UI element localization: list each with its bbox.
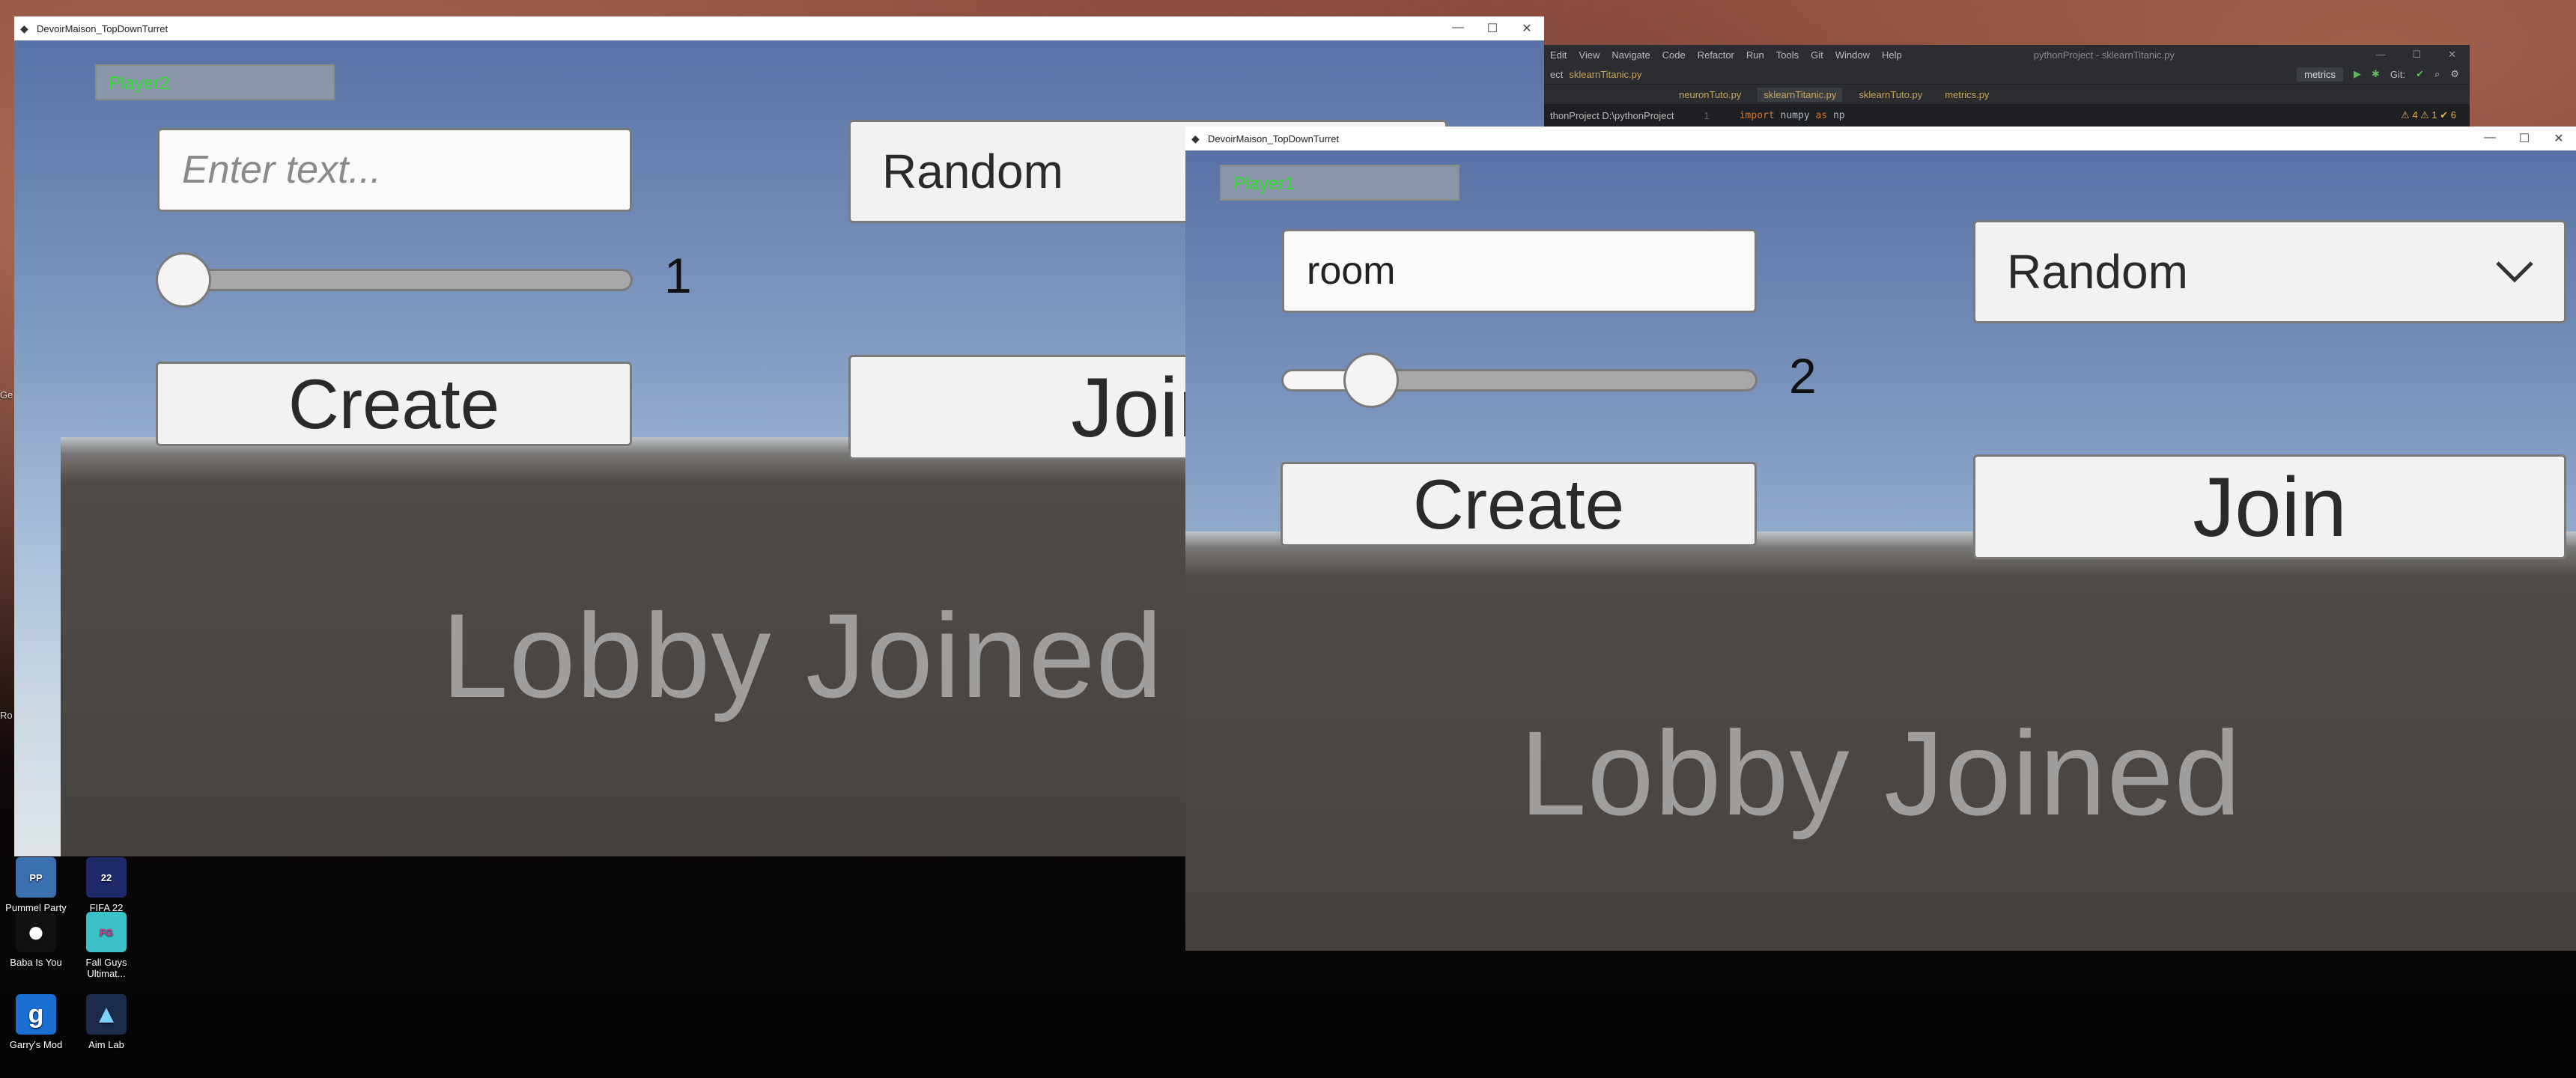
slider-value: 2 [1789,348,1817,404]
close-icon[interactable]: ✕ [2448,49,2456,61]
lobby-status-text: Lobby Joined [1519,706,2242,840]
window-title: DevoirMaison_TopDownTurret [37,22,168,34]
window-titlebar[interactable]: ◆ DevoirMaison_TopDownTurret — ☐ ✕ [14,16,1544,40]
desktop-icon-label: Baba Is You [10,957,62,968]
pycharm-window: Edit View Navigate Code Refactor Run Too… [1543,45,2470,127]
project-label[interactable]: ect [1550,69,1563,80]
menu-window[interactable]: Window [1835,49,1870,61]
window-titlebar[interactable]: ◆ DevoirMaison_TopDownTurret — ☐ ✕ [1185,127,2576,150]
desktop-icon-pummel-party[interactable]: PP Pummel Party [0,857,72,913]
unity-icon: ◆ [1191,133,1200,144]
join-button[interactable]: Join [1973,454,2566,559]
desktop-icon-garrys-mod[interactable]: g Garry's Mod [0,994,72,1050]
maximize-icon[interactable]: ☐ [1475,21,1510,36]
fifa-icon: 22 [86,857,127,898]
search-icon[interactable]: ⌕ [2434,68,2440,80]
desktop-icon-baba-is-you[interactable]: ● Baba Is You [0,912,72,968]
maximize-icon[interactable]: ☐ [2412,49,2421,61]
game-scene: Lobby Joined Player1 room 2 Create Rando… [1185,150,2576,951]
room-name-input[interactable]: room [1282,229,1757,313]
player-name-label: Player1 [1220,165,1459,201]
desktop-icon-fall-guys[interactable]: FG Fall Guys Ultimat... [70,912,142,979]
menu-edit[interactable]: Edit [1550,49,1567,61]
desktop-icon-label: Fall Guys Ultimat... [85,957,127,979]
menu-navigate[interactable]: Navigate [1611,49,1650,61]
desktop-icon-label: Aim Lab [88,1039,124,1050]
unity-icon: ◆ [20,22,28,34]
slider-handle[interactable] [1343,353,1400,408]
desktop-icon-label: Garry's Mod [9,1039,63,1050]
run-icon[interactable]: ▶ [2354,68,2361,80]
slider-handle[interactable] [156,252,211,308]
desktop-edge-label: Ro [0,710,13,721]
debug-icon[interactable]: ✱ [2372,68,2380,80]
code-line[interactable]: import numpy as np [1740,110,1845,121]
aim-lab-icon: ▲ [86,994,127,1035]
menu-git[interactable]: Git [1811,49,1823,61]
menu-view[interactable]: View [1579,49,1600,61]
ide-navbar: ect sklearnTitanic.py metrics ▶ ✱ Git: ✔… [1543,64,2470,84]
window-title: DevoirMaison_TopDownTurret [1208,133,1340,144]
player-count-slider[interactable] [157,269,633,291]
breadcrumb-file[interactable]: sklearnTitanic.py [1569,69,1641,80]
menu-help[interactable]: Help [1882,49,1902,61]
desktop-edge-label: Ge [0,389,13,401]
player-name-label: Player2 [95,64,335,100]
git-label: Git: [2390,68,2406,80]
menu-tools[interactable]: Tools [1776,49,1799,61]
garrys-mod-icon: g [16,994,56,1035]
desktop-icon-fifa[interactable]: 22 FIFA 22 [70,857,142,913]
slider-value: 1 [664,248,692,303]
fall-guys-icon: FG [86,912,127,952]
pummel-party-icon: PP [16,857,56,898]
create-button[interactable]: Create [156,362,632,446]
create-button[interactable]: Create [1281,462,1757,546]
minimize-icon[interactable]: — [2473,131,2507,146]
match-mode-dropdown[interactable]: Random [1973,220,2566,323]
minimize-icon[interactable]: — [2375,49,2385,61]
minimize-icon[interactable]: — [1441,21,1475,36]
room-name-input[interactable]: Enter text... [157,128,632,212]
gear-icon[interactable]: ⚙ [2450,68,2459,80]
tab-neurontuto[interactable]: neuronTuto.py [1673,88,1747,102]
ide-editor-strip: thonProject D:\pythonProject 1 import nu… [1543,104,2470,127]
project-path[interactable]: thonProject D:\pythonProject [1550,110,1674,121]
line-number: 1 [1704,109,1710,121]
commit-icon[interactable]: ✔ [2416,68,2424,80]
chevron-down-icon [2496,261,2533,283]
maximize-icon[interactable]: ☐ [2507,131,2542,146]
game-window-player1: ◆ DevoirMaison_TopDownTurret — ☐ ✕ Lobby… [1185,127,2576,951]
menu-run[interactable]: Run [1746,49,1764,61]
inspection-widget[interactable]: ⚠ 4 ⚠ 1 ✔ 6 [2401,109,2470,121]
menu-refactor[interactable]: Refactor [1698,49,1734,61]
ide-menubar: Edit View Navigate Code Refactor Run Too… [1543,45,2470,64]
tab-metrics[interactable]: metrics.py [1939,88,1995,102]
tab-sklearntuto[interactable]: sklearnTuto.py [1853,88,1928,102]
ide-title: pythonProject - sklearnTitanic.py [2033,49,2175,61]
dropdown-value: Random [2007,245,2188,299]
ide-tabbar: neuronTuto.py sklearnTitanic.py sklearnT… [1543,84,2470,104]
run-config-select[interactable]: metrics [2297,67,2344,82]
baba-icon: ● [16,912,56,952]
close-icon[interactable]: ✕ [2542,131,2576,146]
close-icon[interactable]: ✕ [1510,21,1544,36]
menu-code[interactable]: Code [1662,49,1686,61]
tab-sklearntitanic[interactable]: sklearnTitanic.py [1758,87,1843,102]
desktop-icon-aim-lab[interactable]: ▲ Aim Lab [70,994,142,1050]
